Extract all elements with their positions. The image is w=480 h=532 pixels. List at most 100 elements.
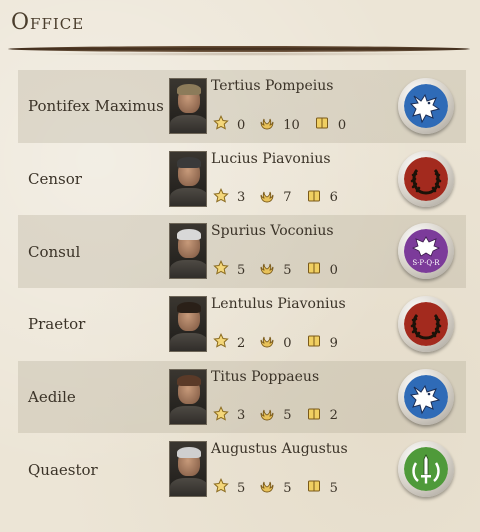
star-value: 2: [237, 335, 246, 351]
star-value: 5: [237, 480, 246, 496]
office-title: Aedile: [28, 388, 76, 407]
office-row[interactable]: Aedile Titus Poppaeus 3 5 2: [18, 360, 466, 434]
title-divider-shadow: [30, 52, 450, 56]
laurel-value: 7: [283, 190, 292, 206]
character-stats: 3 7 6: [213, 187, 352, 208]
star-icon: [213, 260, 237, 280]
star-icon: [213, 115, 237, 135]
portrait-hair: [177, 302, 201, 314]
portrait-hair: [177, 447, 201, 459]
office-row[interactable]: Praetor Lentulus Piavonius 2 0 9: [18, 288, 466, 361]
character-name: Titus Poppaeus: [211, 368, 320, 385]
wolf-icon: [404, 84, 448, 128]
star-value: 3: [237, 190, 246, 206]
star-icon: [213, 405, 237, 426]
stat-star: 3: [213, 187, 246, 208]
stat-laurel: 5: [259, 478, 292, 498]
character-portrait[interactable]: [169, 150, 207, 207]
stat-laurel: 5: [259, 406, 292, 426]
laurel-value: 0: [283, 335, 292, 351]
scroll-value: 6: [329, 190, 338, 206]
laurel-icon: [259, 188, 283, 208]
stat-scroll: 5: [306, 478, 338, 498]
star-icon: [213, 333, 237, 353]
character-stats: 5 5 0: [213, 260, 352, 280]
office-row[interactable]: Pontifex Maximus Tertius Pompeius 0 10 0: [18, 70, 466, 143]
character-portrait[interactable]: [169, 78, 207, 134]
scroll-icon: [314, 115, 338, 135]
portrait-hair: [177, 374, 201, 386]
character-stats: 2 0 9: [213, 333, 352, 353]
character-name: Augustus Augustus: [211, 441, 348, 458]
star-value: 5: [237, 262, 246, 278]
faction-badge[interactable]: [398, 368, 454, 425]
office-title: Consul: [28, 242, 81, 261]
stat-laurel: 7: [259, 188, 292, 208]
character-portrait[interactable]: [169, 441, 207, 498]
faction-badge[interactable]: [398, 441, 454, 498]
stat-star: 0: [213, 115, 245, 135]
laurel-value: 5: [283, 408, 292, 424]
portrait-hair: [177, 229, 201, 241]
stat-laurel: 10: [259, 115, 300, 135]
scroll-icon: [306, 260, 330, 280]
scroll-icon: [306, 478, 330, 498]
character-name: Lucius Piavonius: [211, 150, 331, 167]
faction-badge[interactable]: [398, 296, 454, 353]
portrait-body: [170, 187, 206, 206]
stat-star: 5: [213, 478, 245, 498]
faction-badge[interactable]: [398, 150, 454, 207]
stat-star: 2: [213, 333, 245, 353]
laurel-icon: [259, 260, 283, 280]
portrait-body: [170, 333, 206, 352]
scroll-value: 9: [329, 335, 338, 351]
character-stats: 3 5 2: [213, 405, 352, 426]
laurel-icon: [259, 333, 283, 353]
scroll-icon: [306, 333, 330, 353]
office-title: Pontifex Maximus: [28, 97, 164, 116]
office-row[interactable]: Censor Lucius Piavonius 3 7 6: [18, 143, 466, 216]
character-stats: 0 10 0: [213, 115, 360, 135]
office-row[interactable]: Quaestor Augustus Augustus 5 5 5: [18, 433, 466, 506]
character-portrait[interactable]: [169, 296, 207, 353]
stat-scroll: 6: [306, 188, 338, 208]
character-name: Lentulus Piavonius: [211, 296, 346, 313]
scroll-value: 2: [329, 408, 338, 424]
laurel-value: 5: [283, 480, 292, 496]
stat-scroll: 0: [306, 260, 338, 280]
stat-star: 3: [213, 405, 246, 426]
stat-laurel: 0: [259, 333, 292, 353]
spqr-eagle-icon: S·P·Q·R: [404, 229, 448, 274]
laurel-icon: [259, 406, 283, 426]
stat-scroll: 0: [314, 115, 346, 135]
laurel-value: 5: [283, 262, 292, 278]
scroll-icon: [306, 188, 330, 208]
star-value: 3: [237, 408, 246, 424]
character-portrait[interactable]: [169, 223, 207, 280]
offices-list: Pontifex Maximus Tertius Pompeius 0 10 0: [18, 70, 466, 506]
page-title: Office: [11, 10, 85, 35]
scroll-value: 0: [329, 262, 338, 278]
laurel-value: 10: [283, 117, 300, 133]
faction-badge[interactable]: S·P·Q·R: [398, 223, 454, 280]
laurel-wreath-icon: [404, 156, 448, 201]
portrait-body: [170, 478, 206, 497]
scroll-value: 5: [329, 480, 338, 496]
scroll-icon: [306, 406, 330, 426]
star-icon: [213, 187, 237, 208]
portrait-hair: [177, 84, 201, 95]
stat-star: 5: [213, 260, 245, 280]
star-icon: [213, 478, 237, 498]
stat-scroll: 9: [306, 333, 338, 353]
wolf-icon: [404, 374, 448, 419]
star-value: 0: [237, 117, 246, 133]
portrait-body: [170, 260, 206, 279]
faction-badge[interactable]: [398, 78, 454, 134]
sword-laurel-icon: [404, 447, 448, 492]
character-portrait[interactable]: [169, 368, 207, 425]
svg-text:S·P·Q·R: S·P·Q·R: [412, 259, 440, 267]
stat-scroll: 2: [306, 406, 338, 426]
office-row[interactable]: Consul Spurius Voconius 5 5 0 S·P·Q·R: [18, 215, 466, 289]
character-name: Spurius Voconius: [211, 223, 334, 240]
stat-laurel: 5: [259, 260, 292, 280]
